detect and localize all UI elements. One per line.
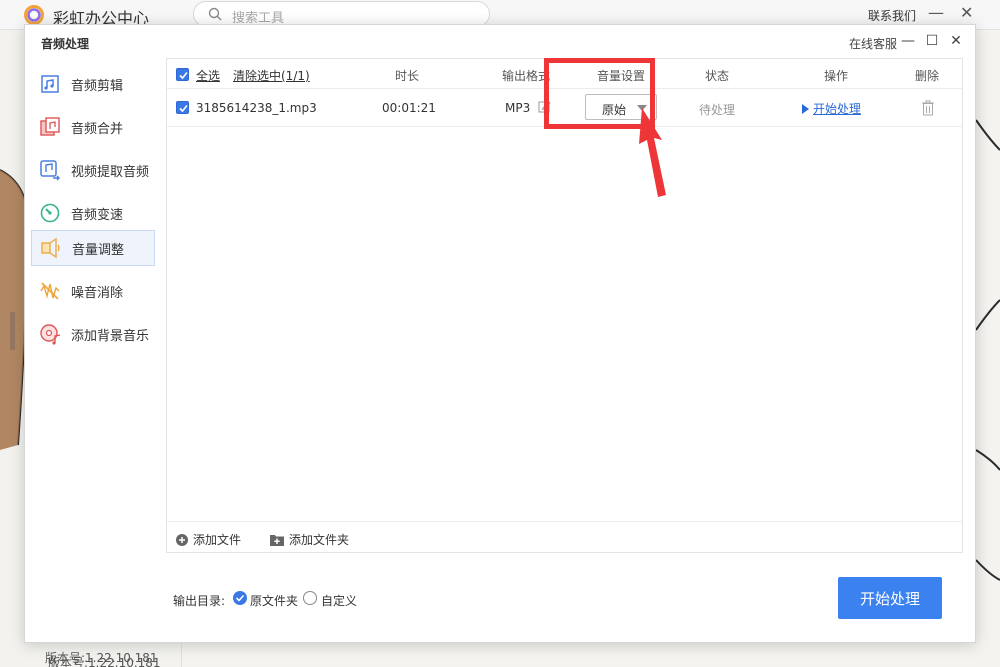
sidebar-item-label: 噪音消除 <box>71 285 124 301</box>
dialog-title: 音频处理 <box>41 37 90 51</box>
column-header-action: 操作 <box>824 69 849 83</box>
start-processing-label: 开始处理 <box>813 102 862 116</box>
play-icon <box>802 104 809 114</box>
clear-selected-link[interactable]: 清除选中(1/1) <box>233 67 310 84</box>
add-bg-music-icon <box>40 324 61 345</box>
add-folder-button[interactable]: 添加文件夹 <box>270 531 349 548</box>
check-icon <box>235 594 245 602</box>
sidebar-item-label: 音量调整 <box>72 242 125 258</box>
radio-custom-folder-label[interactable]: 自定义 <box>321 592 357 609</box>
file-duration: 00:01:21 <box>382 101 436 115</box>
audio-merge-icon <box>40 117 60 136</box>
column-header-delete: 删除 <box>915 69 940 83</box>
background-selected-indicator <box>10 312 15 350</box>
select-all-label[interactable]: 全选 <box>196 67 220 84</box>
add-file-button[interactable]: 添加文件 <box>176 531 241 548</box>
volume-adjust-icon <box>41 237 60 259</box>
version-label: 版本号:1.22.10.181 <box>45 651 158 665</box>
add-folder-icon <box>270 534 284 546</box>
start-processing-button[interactable]: 开始处理 <box>838 577 942 619</box>
sidebar-item-audio-merge[interactable]: 音频合并 <box>31 109 155 145</box>
status-label: 待处理 <box>699 103 736 117</box>
check-icon <box>179 104 188 113</box>
add-circle-icon <box>176 533 188 546</box>
audio-speed-icon <box>40 203 60 223</box>
file-name: 3185614238_1.mp3 <box>196 101 317 115</box>
radio-custom-folder[interactable] <box>303 591 317 605</box>
file-list-panel: 全选 清除选中(1/1) 时长 输出格式 音量设置 状态 操作 删除 31856… <box>166 58 963 553</box>
annotation-arrow-icon <box>639 108 666 197</box>
dialog-close-button[interactable]: ✕ <box>947 32 965 50</box>
select-all-checkbox[interactable] <box>176 68 189 81</box>
dialog-maximize-button[interactable]: ☐ <box>923 32 941 50</box>
column-header-status: 状态 <box>705 69 730 83</box>
search-icon <box>208 7 222 21</box>
start-processing-link[interactable]: 开始处理 <box>802 100 861 117</box>
app-minimize-button[interactable]: — <box>928 3 944 22</box>
sidebar-item-label: 添加背景音乐 <box>71 328 150 344</box>
row-checkbox[interactable] <box>176 101 189 114</box>
contact-us-link[interactable]: 联系我们 <box>868 7 916 24</box>
app-close-button[interactable]: ✕ <box>960 3 973 22</box>
tool-sidebar: 音频剪辑 音频合并 视频提取音频 音频变速 音量调整 噪音消除 添加背景音乐 版… <box>25 59 165 665</box>
noise-removal-icon <box>40 282 60 300</box>
output-format: MP3 <box>505 101 531 115</box>
sidebar-item-add-bg-music[interactable]: 添加背景音乐 <box>31 316 155 352</box>
sidebar-item-audio-speed[interactable]: 音频变速 <box>31 195 155 231</box>
sidebar-item-label: 音频合并 <box>71 121 124 137</box>
online-service-link[interactable]: 在线客服 <box>849 35 897 52</box>
video-extract-audio-icon <box>40 160 60 181</box>
sidebar-item-volume-adjust[interactable]: 音量调整 <box>31 230 155 266</box>
file-actions-bar: 添加文件 添加文件夹 <box>167 521 962 552</box>
add-folder-label: 添加文件夹 <box>289 533 350 547</box>
add-file-label: 添加文件 <box>193 533 242 547</box>
sidebar-item-audio-cut[interactable]: 音频剪辑 <box>31 66 155 102</box>
radio-original-folder[interactable] <box>233 591 247 605</box>
sidebar-item-label: 音频变速 <box>71 207 124 223</box>
check-icon <box>179 71 188 80</box>
sidebar-item-label: 音频剪辑 <box>71 78 124 94</box>
column-header-format: 输出格式 <box>502 69 551 83</box>
output-directory-label: 输出目录: <box>173 594 226 608</box>
audio-cut-icon <box>41 75 59 93</box>
trash-icon[interactable] <box>921 100 935 116</box>
app-logo-icon <box>24 5 44 25</box>
audio-processing-dialog: 音频处理 在线客服 — ☐ ✕ 音频剪辑 音频合并 视频提取音频 音频变速 音量… <box>24 24 976 665</box>
sidebar-item-noise-removal[interactable]: 噪音消除 <box>31 273 155 309</box>
radio-original-folder-label[interactable]: 原文件夹 <box>250 592 298 609</box>
column-header-duration: 时长 <box>395 69 420 83</box>
dialog-minimize-button[interactable]: — <box>899 32 917 50</box>
sidebar-item-label: 视频提取音频 <box>71 164 150 180</box>
sidebar-item-video-extract-audio[interactable]: 视频提取音频 <box>31 152 155 188</box>
